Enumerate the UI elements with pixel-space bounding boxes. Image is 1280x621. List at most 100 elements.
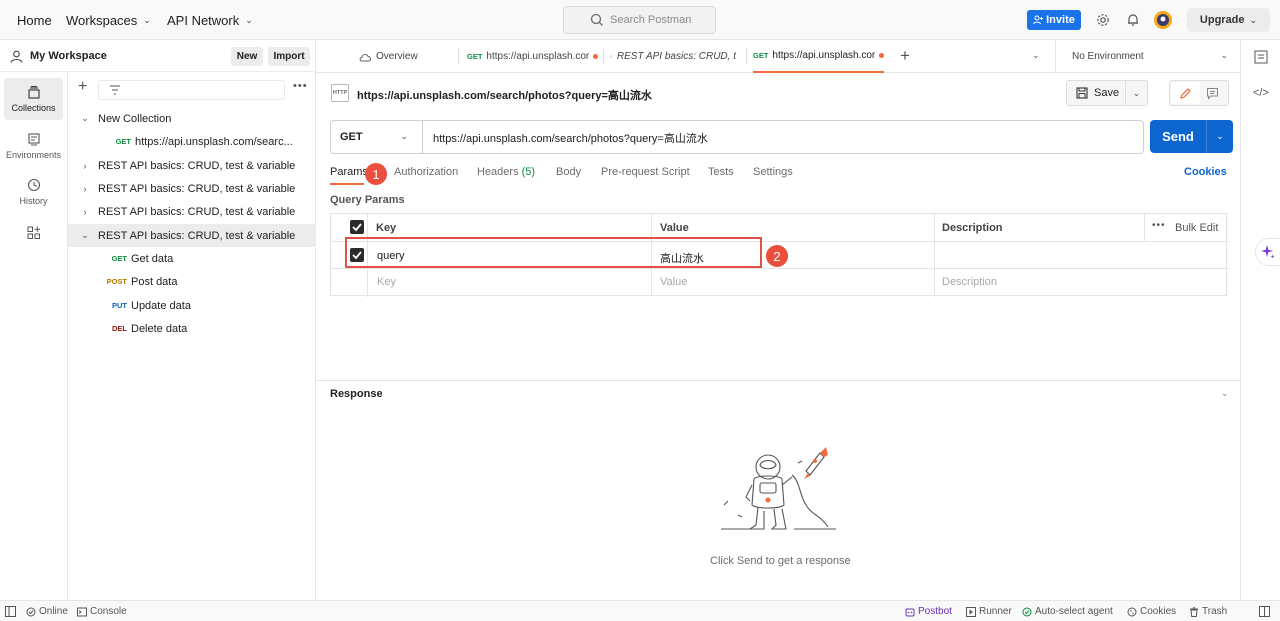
online-icon [26,607,36,616]
console-button[interactable]: Console [77,606,127,617]
method-badge: GET [753,51,769,60]
search-icon [590,13,603,26]
select-all-checkbox[interactable] [350,220,364,234]
tree-item-label: REST API basics: CRUD, test & variable [98,159,296,172]
settings-button[interactable] [1093,10,1113,30]
sidebar-item-environments[interactable]: Environments [4,125,63,167]
tab-divider [746,49,747,64]
online-label: Online [39,606,68,617]
new-button[interactable]: New [231,47,263,66]
request-title[interactable]: https://api.unsplash.com/search/photos?q… [357,87,652,103]
chevron-down-icon: ⌄ [81,230,89,240]
sidebar-item-add-apps[interactable] [4,220,63,250]
add-icon[interactable]: + [78,79,87,95]
tab-pre-request-script-label: Pre-request Script [601,166,690,178]
search-input[interactable]: Search Postman [563,6,716,34]
code-icon[interactable]: </> [1253,87,1269,99]
response-heading: Response [330,388,383,400]
notifications-button[interactable] [1123,10,1143,30]
tab-params[interactable]: Params [330,166,368,178]
more-options-icon[interactable]: ••• [293,80,308,92]
cookie-icon [1127,607,1137,616]
new-tab-icon[interactable]: + [900,47,910,64]
annotation-badge-2-label: 2 [773,248,781,264]
url-input[interactable]: https://api.unsplash.com/search/photos?q… [433,130,708,146]
chevron-down-icon: ⌄ [1249,14,1258,25]
tab-request-active[interactable]: GET https://api.unsplash.cor [753,40,884,73]
collections-icon [27,85,40,99]
postbot-button[interactable]: Postbot [905,606,952,617]
chevron-down-icon[interactable]: ⌄ [1221,388,1229,399]
tab-request-1[interactable]: GET https://api.unsplash.cor [467,40,599,73]
tab-tests[interactable]: Tests [708,166,734,178]
cookies-button[interactable]: Cookies [1127,606,1176,617]
tree-item-label: REST API basics: CRUD, test & variable [98,229,296,242]
chevron-down-icon[interactable]: ⌄ [1032,50,1040,61]
tree-item-collection-selected[interactable]: ⌄ REST API basics: CRUD, test & variable [68,224,316,247]
tab-body[interactable]: Body [556,166,581,178]
workspace-header: My Workspace New Import [0,40,316,72]
row-divider [331,268,1228,269]
agent-selector[interactable]: Auto-select agent [1022,606,1113,617]
http-icon: HTTP [331,84,349,102]
search-placeholder: Search Postman [610,14,692,26]
new-param-description-input[interactable]: Description [942,276,997,288]
method-select[interactable]: GET ⌄ [331,121,423,153]
online-status[interactable]: Online [26,606,68,617]
environment-quick-look-icon[interactable] [1254,50,1268,64]
runner-button[interactable]: Runner [966,606,1012,617]
edit-mode-button[interactable] [1171,82,1200,104]
cookies-link[interactable]: Cookies [1184,166,1227,178]
more-options-icon[interactable]: ••• [1152,220,1166,231]
http-badge-label: HTTP [332,90,348,96]
nav-home-label: Home [17,12,52,28]
tree-item-request[interactable]: POST Post data [68,270,316,293]
tree-item-collection[interactable]: ⌄ New Collection [68,107,316,130]
upgrade-button[interactable]: Upgrade ⌄ [1187,8,1270,32]
save-options-button[interactable]: ⌄ [1126,80,1148,106]
save-button[interactable]: Save [1066,80,1126,106]
trash-button[interactable]: Trash [1189,606,1227,617]
nav-workspaces[interactable]: Workspaces ⌄ [66,0,151,40]
nav-api-network-label: API Network [167,12,240,28]
sidebar-item-history[interactable]: History [4,171,63,213]
tab-authorization[interactable]: Authorization [394,166,458,178]
avatar[interactable] [1153,10,1173,30]
check-circle-icon [1022,607,1032,616]
tree-item-collection[interactable]: › REST API basics: CRUD, test & variable [68,177,316,200]
bulk-edit-link[interactable]: Bulk Edit [1175,222,1218,234]
comment-icon[interactable] [1206,87,1219,100]
tree-item-request[interactable]: GET https://api.unsplash.com/searc... [68,130,316,153]
response-divider[interactable] [316,380,1240,381]
workspace-title: My Workspace [30,50,107,62]
tab-headers[interactable]: Headers (5) [477,166,535,178]
tab-overview[interactable]: Overview [359,40,459,73]
tab-pre-request-script[interactable]: Pre-request Script [601,166,690,178]
tab-settings[interactable]: Settings [753,166,793,178]
nav-api-network[interactable]: API Network ⌄ [167,0,253,40]
send-button[interactable]: Send [1150,120,1206,153]
tree-item-request[interactable]: DEL Delete data [68,317,316,340]
tree-item-request[interactable]: GET Get data [68,247,316,270]
import-button[interactable]: Import [268,47,310,66]
filter-input[interactable] [98,80,285,100]
postbot-fab[interactable] [1255,238,1280,266]
console-icon [77,607,87,616]
nav-home[interactable]: Home [17,0,52,40]
layout-icon[interactable] [1259,606,1270,617]
environment-selector[interactable]: No Environment ⌄ [1055,40,1240,73]
tab-divider [458,49,459,64]
send-options-button[interactable]: ⌄ [1206,120,1233,153]
tab-body-label: Body [556,166,582,178]
invite-button[interactable]: Invite [1027,10,1081,30]
tree-item-collection[interactable]: › REST API basics: CRUD, test & variable [68,154,316,177]
tab-collection[interactable]: REST API basics: CRUD, t [610,40,736,73]
sidebar-item-collections[interactable]: Collections [4,78,63,120]
new-param-key-input[interactable]: Key [377,276,396,288]
tree-item-request[interactable]: PUT Update data [68,294,316,317]
tree-item-collection[interactable]: › REST API basics: CRUD, test & variable [68,200,316,223]
toggle-sidebar-icon[interactable] [5,606,16,617]
new-param-value-input[interactable]: Value [660,276,687,288]
cookies-status-label: Cookies [1140,606,1177,617]
method-badge: DEL [112,324,127,333]
